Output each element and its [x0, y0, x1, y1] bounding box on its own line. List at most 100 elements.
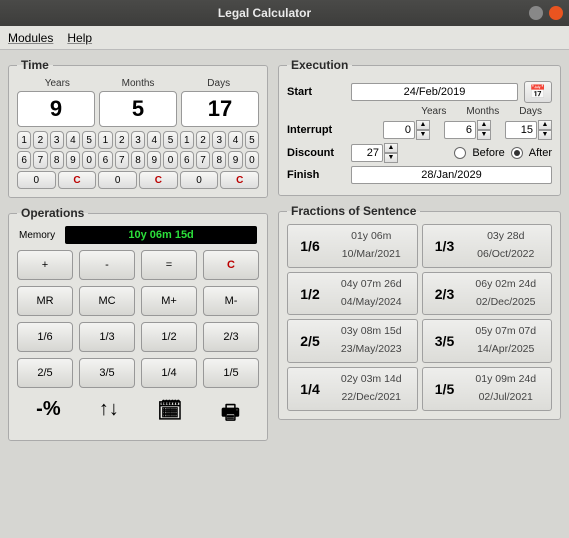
fraction-cell-2-3[interactable]: 2/306y 02m 24d02/Dec/2025	[422, 272, 553, 316]
time-panel: Time Years Months Days 9 5 17 1234512345…	[8, 58, 268, 198]
fraction-values: 01y 06m10/Mar/2021	[332, 228, 411, 264]
keypad-clear[interactable]: C	[139, 171, 178, 189]
frac-3-5-button[interactable]: 3/5	[79, 358, 135, 388]
keypad-4[interactable]: 4	[228, 131, 242, 149]
frac-1-5-button[interactable]: 1/5	[203, 358, 259, 388]
mminus-button[interactable]: M-	[203, 286, 259, 316]
keypad-6[interactable]: 6	[17, 151, 31, 169]
keypad-0[interactable]: 0	[82, 151, 96, 169]
keypad-5[interactable]: 5	[82, 131, 96, 149]
start-input[interactable]	[351, 83, 518, 101]
keypad-0[interactable]: 0	[245, 151, 259, 169]
fraction-label: 2/5	[294, 333, 326, 349]
keypad-7[interactable]: 7	[196, 151, 210, 169]
fraction-cell-2-5[interactable]: 2/503y 08m 15d23/May/2023	[287, 319, 418, 363]
spin-down[interactable]: ▼	[416, 130, 430, 140]
keypad-4[interactable]: 4	[66, 131, 80, 149]
fraction-label: 1/4	[294, 381, 326, 397]
calendar-icon[interactable]: 🗓	[157, 398, 182, 432]
after-radio[interactable]	[511, 147, 523, 159]
fraction-cell-1-4[interactable]: 1/402y 03m 14d22/Dec/2021	[287, 367, 418, 411]
exec-days-label: Days	[519, 106, 542, 117]
close-button[interactable]	[549, 6, 563, 20]
keypad-7[interactable]: 7	[115, 151, 129, 169]
swap-icon[interactable]: ↑↓	[99, 398, 119, 432]
clear-button[interactable]: C	[203, 250, 259, 280]
frac-2-3-button[interactable]: 2/3	[203, 322, 259, 352]
print-icon[interactable]: 🖶	[221, 398, 240, 432]
spin-down[interactable]: ▼	[384, 153, 398, 163]
mc-button[interactable]: MC	[79, 286, 135, 316]
fraction-cell-1-5[interactable]: 1/501y 09m 24d02/Jul/2021	[422, 367, 553, 411]
keypad-7[interactable]: 7	[33, 151, 47, 169]
keypad-8[interactable]: 8	[50, 151, 64, 169]
add-button[interactable]: +	[17, 250, 73, 280]
fraction-values: 01y 09m 24d02/Jul/2021	[467, 371, 546, 407]
keypad-3[interactable]: 3	[131, 131, 145, 149]
interrupt-years-input[interactable]	[383, 121, 415, 139]
menu-modules[interactable]: Modules	[8, 31, 53, 45]
fraction-cell-1-6[interactable]: 1/601y 06m10/Mar/2021	[287, 224, 418, 268]
keypad-5[interactable]: 5	[245, 131, 259, 149]
keypad-9[interactable]: 9	[66, 151, 80, 169]
frac-2-5-button[interactable]: 2/5	[17, 358, 73, 388]
keypad-0[interactable]: 0	[17, 171, 56, 189]
fraction-values: 04y 07m 26d04/May/2024	[332, 276, 411, 312]
keypad-0[interactable]: 0	[163, 151, 177, 169]
fraction-label: 1/3	[429, 238, 461, 254]
discount-label: Discount	[287, 147, 345, 159]
discount-input[interactable]	[351, 144, 383, 162]
keypad-1[interactable]: 1	[98, 131, 112, 149]
days-label: Days	[178, 78, 259, 89]
percent-icon[interactable]: -%	[36, 398, 60, 432]
keypad-9[interactable]: 9	[147, 151, 161, 169]
mplus-button[interactable]: M+	[141, 286, 197, 316]
operations-legend: Operations	[17, 206, 88, 220]
keypad-2[interactable]: 2	[33, 131, 47, 149]
frac-1-4-button[interactable]: 1/4	[141, 358, 197, 388]
keypad-5[interactable]: 5	[163, 131, 177, 149]
fraction-values: 05y 07m 07d14/Apr/2025	[467, 323, 546, 359]
frac-1-3-button[interactable]: 1/3	[79, 322, 135, 352]
fraction-cell-1-3[interactable]: 1/3 03y 28d06/Oct/2022	[422, 224, 553, 268]
window-title: Legal Calculator	[6, 6, 523, 20]
years-label: Years	[17, 78, 98, 89]
keypad-8[interactable]: 8	[131, 151, 145, 169]
before-radio[interactable]	[454, 147, 466, 159]
keypad-6[interactable]: 6	[180, 151, 194, 169]
keypad-clear[interactable]: C	[220, 171, 259, 189]
frac-1-6-button[interactable]: 1/6	[17, 322, 73, 352]
keypad-0[interactable]: 0	[98, 171, 137, 189]
keypad-2[interactable]: 2	[115, 131, 129, 149]
mr-button[interactable]: MR	[17, 286, 73, 316]
fraction-cell-3-5[interactable]: 3/505y 07m 07d14/Apr/2025	[422, 319, 553, 363]
keypad-2[interactable]: 2	[196, 131, 210, 149]
keypad-0[interactable]: 0	[180, 171, 219, 189]
keypad-6[interactable]: 6	[98, 151, 112, 169]
minimize-button[interactable]	[529, 6, 543, 20]
fraction-cell-1-2[interactable]: 1/204y 07m 26d04/May/2024	[287, 272, 418, 316]
interrupt-days-input[interactable]	[505, 121, 537, 139]
equals-button[interactable]: =	[141, 250, 197, 280]
keypad-4[interactable]: 4	[147, 131, 161, 149]
spin-down[interactable]: ▼	[538, 130, 552, 140]
spin-up[interactable]: ▲	[477, 120, 491, 130]
keypad-1[interactable]: 1	[180, 131, 194, 149]
spin-up[interactable]: ▲	[416, 120, 430, 130]
spin-up[interactable]: ▲	[538, 120, 552, 130]
keypad-8[interactable]: 8	[212, 151, 226, 169]
menubar: Modules Help	[0, 26, 569, 50]
fraction-values: 03y 28d06/Oct/2022	[467, 228, 546, 264]
keypad-3[interactable]: 3	[212, 131, 226, 149]
spin-up[interactable]: ▲	[384, 143, 398, 153]
menu-help[interactable]: Help	[67, 31, 92, 45]
keypad-9[interactable]: 9	[228, 151, 242, 169]
subtract-button[interactable]: -	[79, 250, 135, 280]
spin-down[interactable]: ▼	[477, 130, 491, 140]
interrupt-months-input[interactable]	[444, 121, 476, 139]
keypad-clear[interactable]: C	[58, 171, 97, 189]
frac-1-2-button[interactable]: 1/2	[141, 322, 197, 352]
datepicker-button[interactable]: 📅	[524, 81, 552, 103]
keypad-1[interactable]: 1	[17, 131, 31, 149]
keypad-3[interactable]: 3	[50, 131, 64, 149]
